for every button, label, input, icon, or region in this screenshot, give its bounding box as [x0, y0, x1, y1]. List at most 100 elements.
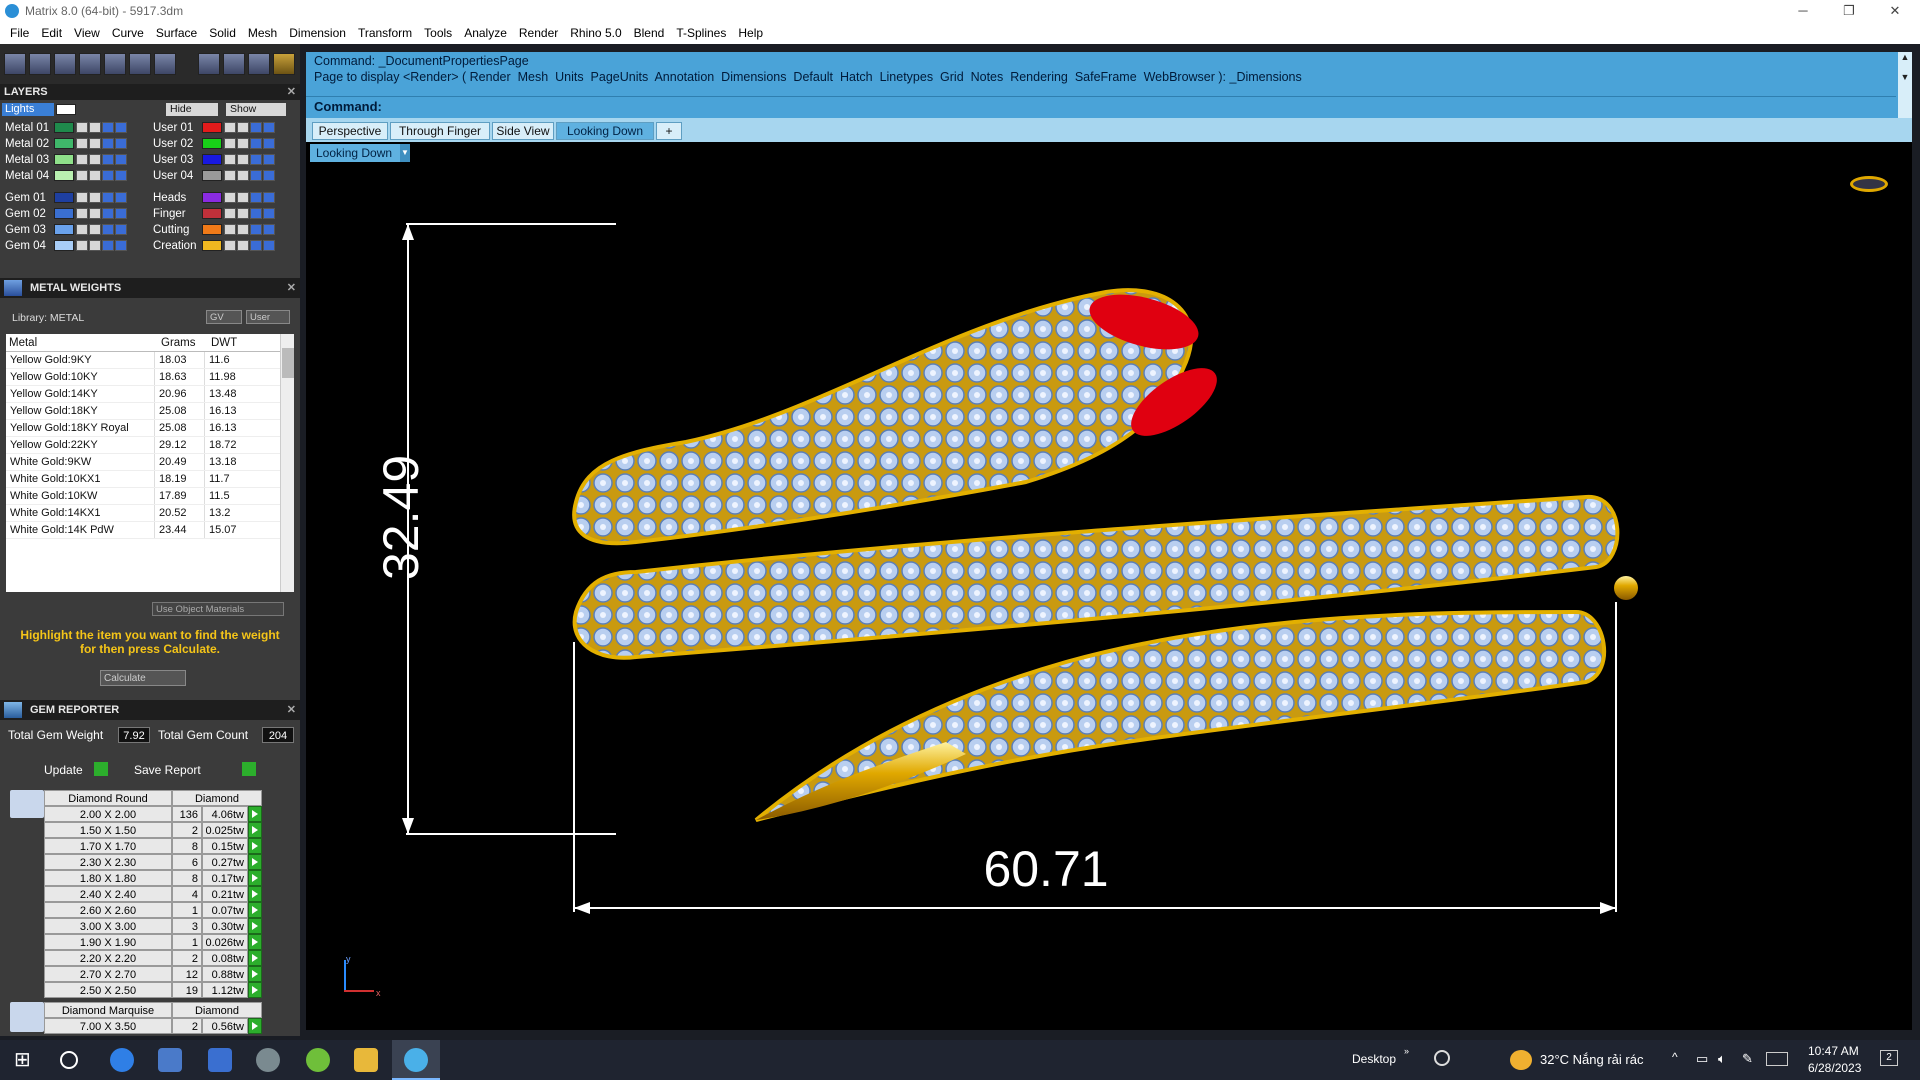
table-row[interactable]: White Gold:10KW 17.89 11.5 [6, 488, 294, 505]
table-row[interactable]: White Gold:10KX1 18.19 11.7 [6, 471, 294, 488]
keyboard-icon[interactable] [1766, 1052, 1788, 1066]
layer-color-swatch[interactable] [202, 170, 222, 181]
edit-icon[interactable] [250, 138, 262, 149]
edit-icon[interactable] [102, 122, 114, 133]
layer-color-swatch[interactable] [54, 240, 74, 251]
lock-icon[interactable] [76, 192, 88, 203]
lock-icon[interactable] [224, 240, 236, 251]
hide-button[interactable]: Hide [166, 103, 218, 116]
visible-icon[interactable] [115, 154, 127, 165]
menu-dimension[interactable]: Dimension [283, 22, 352, 44]
desktop-toolbar[interactable]: Desktop [1352, 1052, 1396, 1066]
light-icon[interactable] [89, 208, 101, 219]
visible-icon[interactable] [263, 224, 275, 235]
edit-icon[interactable] [102, 240, 114, 251]
layer-row[interactable]: Finger [150, 206, 276, 221]
menu-surface[interactable]: Surface [150, 22, 203, 44]
layer-color-swatch[interactable] [54, 224, 74, 235]
tab-through-finger[interactable]: Through Finger [390, 122, 490, 140]
layer-row[interactable]: Gem 04 [2, 238, 128, 253]
edge-icon[interactable] [110, 1048, 134, 1072]
gem-row[interactable]: 1.80 X 1.80 8 0.17tw [44, 870, 262, 886]
gem-select-icon[interactable] [248, 1018, 262, 1034]
menu-edit[interactable]: Edit [35, 22, 68, 44]
visible-icon[interactable] [263, 192, 275, 203]
light-icon[interactable] [237, 138, 249, 149]
layer-color-swatch[interactable] [202, 154, 222, 165]
update-go-icon[interactable] [94, 762, 108, 776]
close-button[interactable]: ✕ [1872, 0, 1918, 22]
settings-app-icon[interactable] [256, 1048, 280, 1072]
layer-row[interactable]: User 01 [150, 120, 276, 135]
table-row[interactable]: Yellow Gold:9KY 18.03 11.6 [6, 352, 294, 369]
menu-rhino[interactable]: Rhino 5.0 [564, 22, 627, 44]
lock-icon[interactable] [76, 154, 88, 165]
edit-icon[interactable] [102, 224, 114, 235]
visible-icon[interactable] [263, 208, 275, 219]
save-report-button[interactable]: Save Report [134, 763, 201, 777]
weather-text[interactable]: 32°C Nắng rải rác [1540, 1052, 1643, 1067]
user-toggle[interactable]: User [246, 310, 290, 324]
layer-row[interactable]: Heads [150, 190, 276, 205]
visible-icon[interactable] [263, 138, 275, 149]
command-scrollbar[interactable]: ▲ ▼ [1898, 52, 1912, 118]
grid-tool-icon[interactable] [4, 53, 26, 75]
edit-icon[interactable] [250, 240, 262, 251]
lock-icon[interactable] [224, 122, 236, 133]
gem-row[interactable]: 1.50 X 1.50 2 0.025tw [44, 822, 262, 838]
lights-layer[interactable]: Lights [2, 103, 54, 116]
sparkle-tool-icon[interactable] [248, 53, 270, 75]
box-tool-icon[interactable] [79, 53, 101, 75]
gem-row[interactable]: 2.70 X 2.70 12 0.88tw [44, 966, 262, 982]
menu-curve[interactable]: Curve [106, 22, 150, 44]
maximize-button[interactable]: ❐ [1826, 0, 1872, 22]
edit-icon[interactable] [102, 192, 114, 203]
scrollbar[interactable] [280, 334, 294, 592]
gem-select-icon[interactable] [248, 822, 262, 838]
layer-row[interactable]: Cutting [150, 222, 276, 237]
green-app-icon[interactable] [306, 1048, 330, 1072]
layer-row[interactable]: Metal 03 [2, 152, 128, 167]
light-icon[interactable] [89, 138, 101, 149]
gem-select-icon[interactable] [248, 870, 262, 886]
gem-row[interactable]: 7.00 X 3.50 2 0.56tw [44, 1018, 262, 1034]
gem-row[interactable]: 2.00 X 2.00 136 4.06tw [44, 806, 262, 822]
edit-icon[interactable] [250, 192, 262, 203]
light-icon[interactable] [89, 240, 101, 251]
visible-icon[interactable] [115, 240, 127, 251]
lock-icon[interactable] [76, 224, 88, 235]
gem-row[interactable]: 1.90 X 1.90 1 0.026tw [44, 934, 262, 950]
tab-looking-down[interactable]: Looking Down [556, 122, 654, 140]
layer-color-swatch[interactable] [202, 192, 222, 203]
close-icon[interactable]: ✕ [287, 278, 296, 298]
menu-tsplines[interactable]: T-Splines [670, 22, 732, 44]
lock-icon[interactable] [224, 224, 236, 235]
light-icon[interactable] [89, 154, 101, 165]
layer-row[interactable]: Gem 01 [2, 190, 128, 205]
edit-icon[interactable] [102, 170, 114, 181]
layer-row[interactable]: Creation [150, 238, 276, 253]
visible-icon[interactable] [263, 170, 275, 181]
file-explorer-icon[interactable] [354, 1048, 378, 1072]
viewport[interactable]: Looking Down ▼ 32.49 60.71 y x [306, 142, 1912, 1030]
visible-icon[interactable] [263, 240, 275, 251]
magic-tool-icon[interactable] [223, 53, 245, 75]
table-row[interactable]: Yellow Gold:18KY 25.08 16.13 [6, 403, 294, 420]
gem-row[interactable]: 2.30 X 2.30 6 0.27tw [44, 854, 262, 870]
close-icon[interactable]: ✕ [287, 700, 296, 720]
window-tool-icon[interactable] [29, 53, 51, 75]
gem-select-icon[interactable] [248, 854, 262, 870]
gem-select-icon[interactable] [248, 838, 262, 854]
windows-start-icon[interactable]: ⊞ [14, 1048, 38, 1072]
layer-row[interactable]: User 02 [150, 136, 276, 151]
save-tool-icon[interactable] [154, 53, 176, 75]
gem-row[interactable]: 1.70 X 1.70 8 0.15tw [44, 838, 262, 854]
clock-time[interactable]: 10:47 AM [1808, 1044, 1859, 1058]
menu-analyze[interactable]: Analyze [458, 22, 513, 44]
light-icon[interactable] [237, 170, 249, 181]
ring-thumbnail-icon[interactable] [1850, 176, 1888, 192]
light-icon[interactable] [89, 170, 101, 181]
lock-icon[interactable] [224, 138, 236, 149]
layer-color-swatch[interactable] [202, 208, 222, 219]
gem-select-icon[interactable] [248, 982, 262, 998]
